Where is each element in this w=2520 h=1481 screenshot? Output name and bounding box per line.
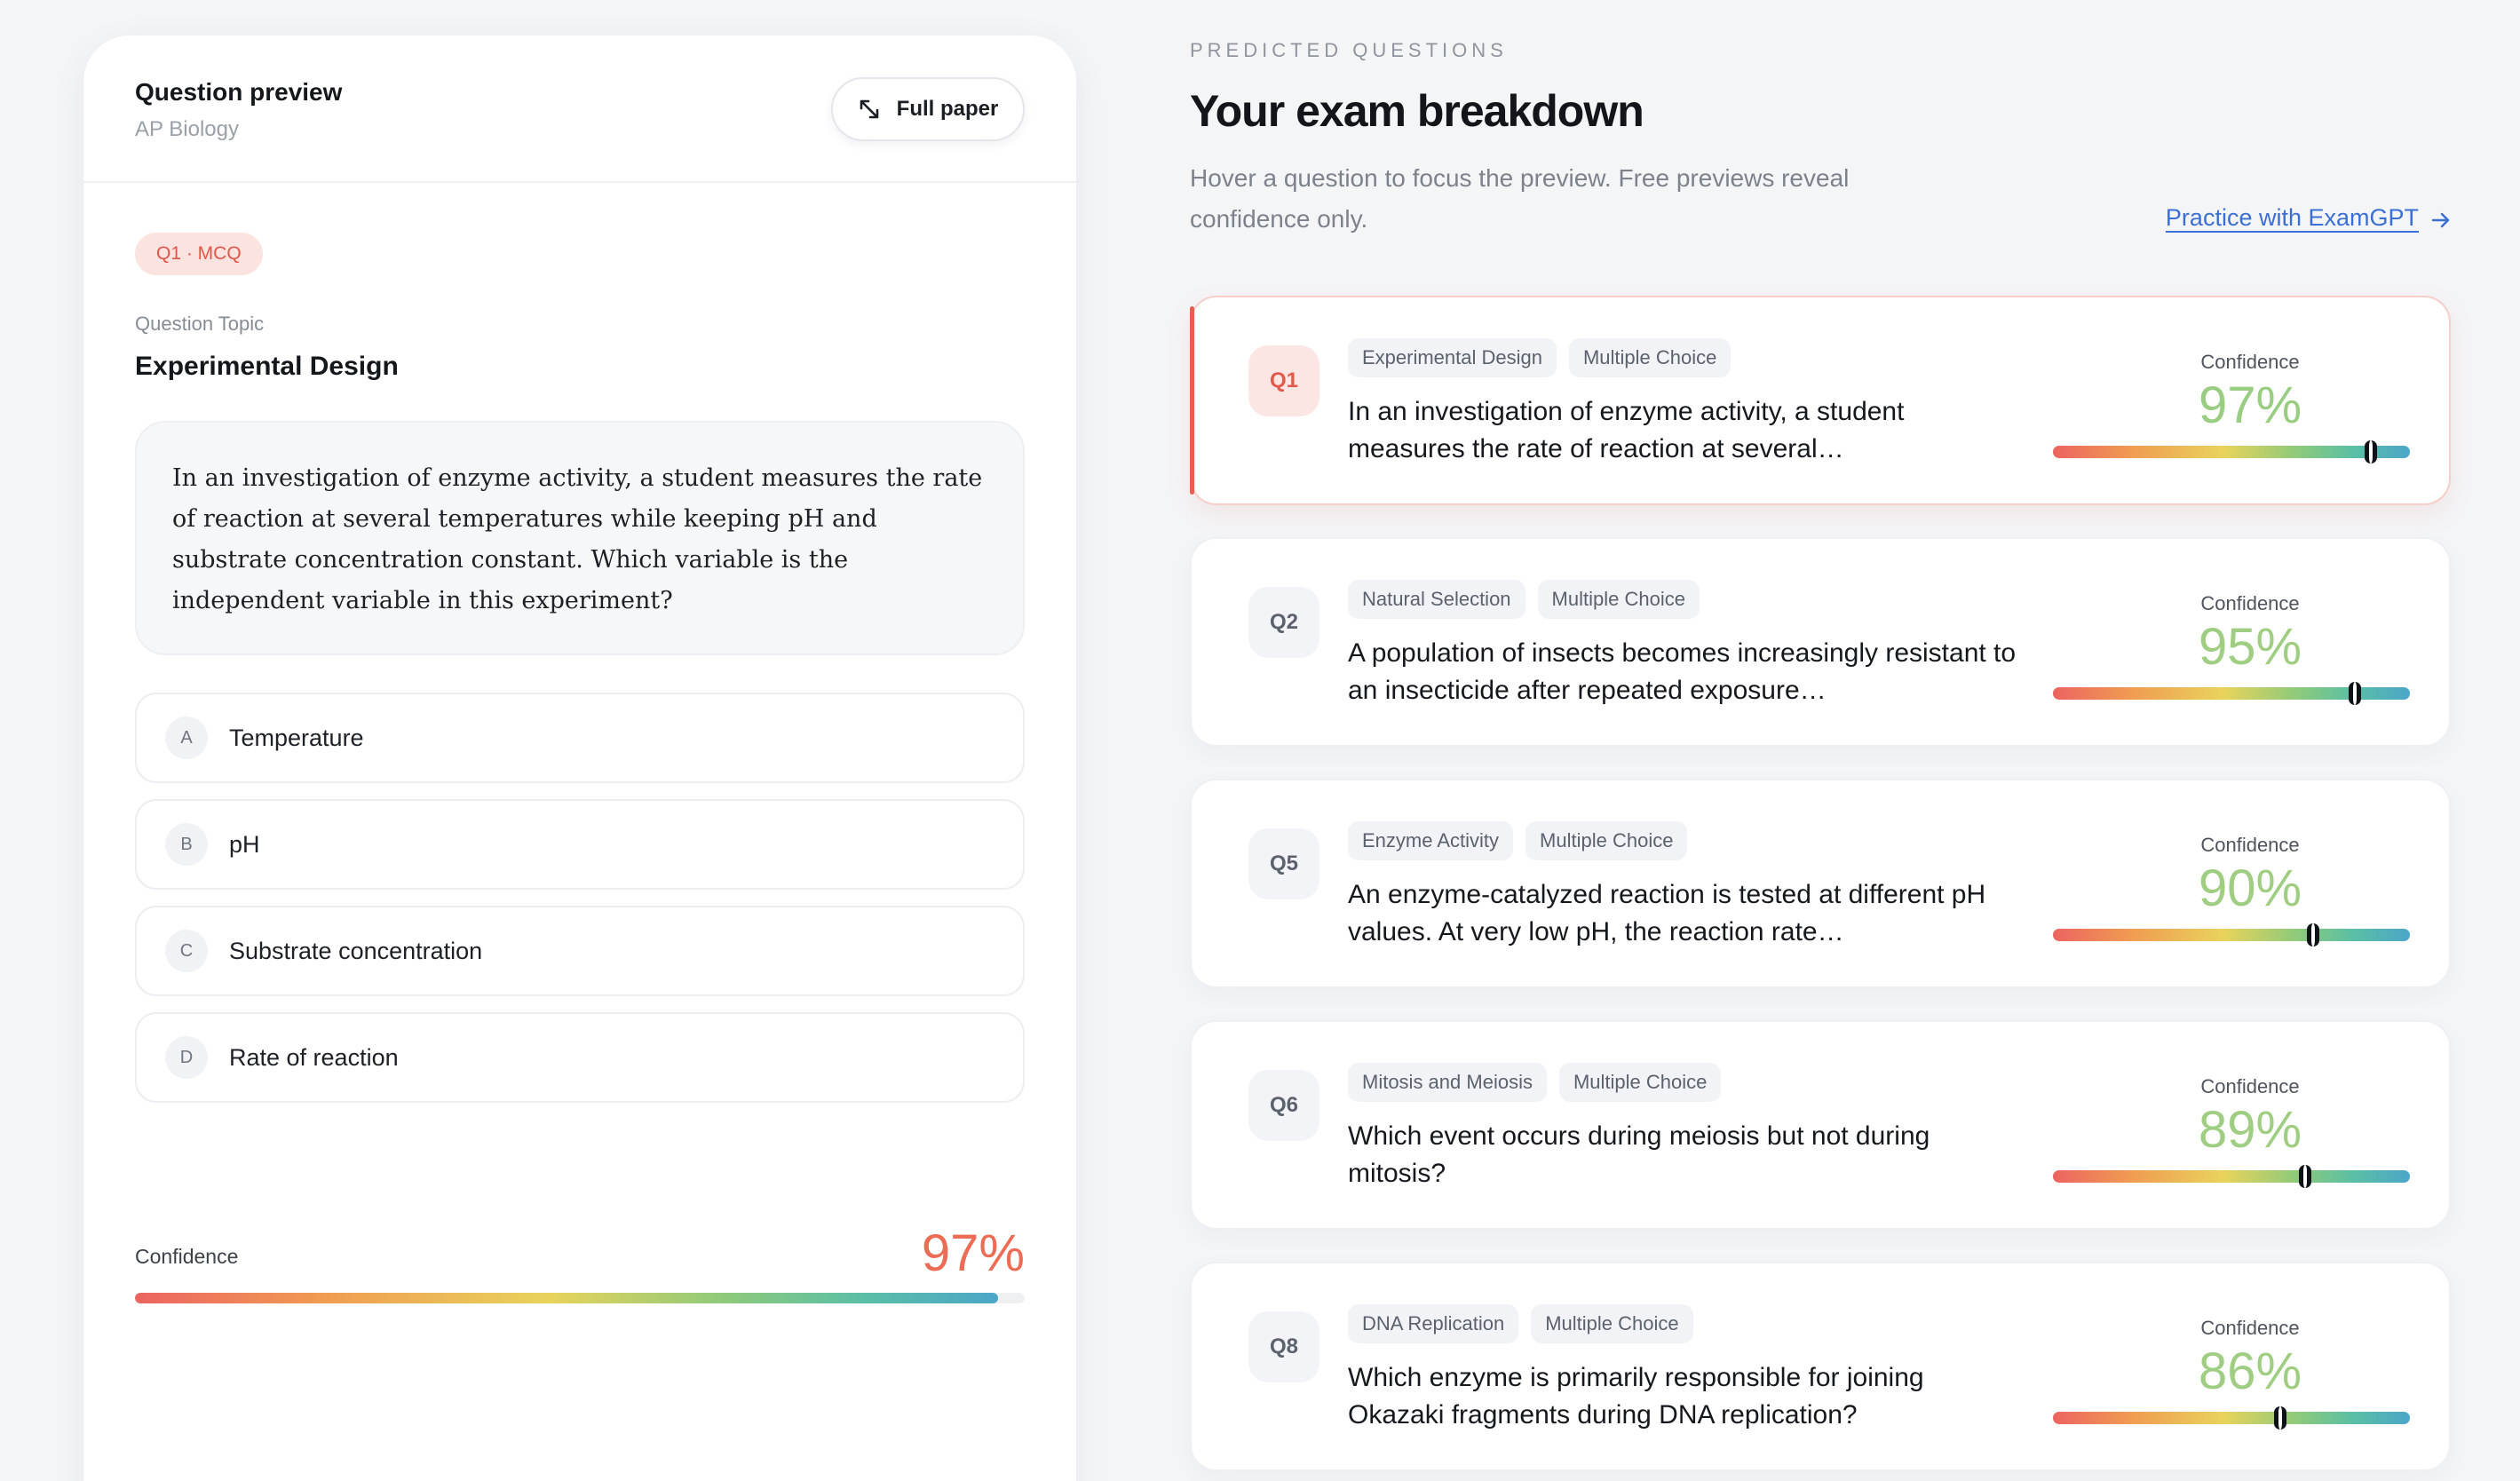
question-snippet: In an investigation of enzyme activity, … — [1348, 397, 1905, 463]
confidence-bar — [2053, 440, 2410, 463]
confidence-bar — [2053, 1165, 2410, 1188]
option-text: Rate of reaction — [229, 1043, 399, 1071]
preview-subject: AP Biology — [135, 117, 239, 141]
option-letter: B — [165, 823, 208, 866]
confidence-bar — [135, 1293, 1025, 1303]
confidence-label: Confidence — [2200, 1317, 2300, 1339]
full-paper-button[interactable]: Full paper — [831, 77, 1025, 141]
preview-header: Question preview AP Biology Full paper — [83, 36, 1076, 183]
option-text: Substrate concentration — [229, 937, 483, 964]
confidence-value: 95% — [2198, 618, 2302, 676]
question-snippet: An enzyme-catalyzed reaction is tested a… — [1348, 880, 1986, 946]
question-card-q2[interactable]: Q2 Natural Selection Multiple Choice A po… — [1190, 537, 2451, 747]
question-tags: Experimental Design Multiple Choice — [1348, 338, 1732, 377]
confidence-value: 86% — [2198, 1342, 2302, 1400]
answer-options: A Temperature B pH C Substrate concentra… — [135, 693, 1025, 1119]
option-letter: D — [165, 1036, 208, 1079]
question-number: Q1 — [1248, 345, 1319, 416]
preview-title: Question preview — [135, 78, 343, 106]
option-letter: C — [165, 930, 208, 972]
confidence-value: 89% — [2198, 1101, 2302, 1159]
question-text: In an investigation of enzyme activity, … — [135, 421, 1025, 655]
arrow-right-icon — [2431, 209, 2451, 228]
question-tags: DNA Replication Multiple Choice — [1348, 1304, 1693, 1343]
confidence-label: Confidence — [135, 1245, 239, 1268]
type-tag: Multiple Choice — [1568, 338, 1732, 377]
type-tag: Multiple Choice — [1537, 580, 1700, 619]
confidence-bar — [2053, 923, 2410, 946]
intro-text: Hover a question to focus the preview. F… — [1190, 164, 1850, 233]
question-badge: Q1 · MCQ — [135, 233, 263, 275]
topic-value: Experimental Design — [135, 352, 399, 381]
practice-link-label: Practice with ExamGPT — [2165, 204, 2419, 231]
confidence-marker — [2274, 1406, 2287, 1430]
topic-tag: DNA Replication — [1348, 1304, 1519, 1343]
question-number: Q8 — [1248, 1311, 1319, 1382]
option-letter: A — [165, 717, 208, 759]
type-tag: Multiple Choice — [1531, 1304, 1693, 1343]
confidence-value: 97% — [921, 1224, 1025, 1282]
section-eyebrow: PREDICTED QUESTIONS — [1190, 39, 1508, 61]
topic-label: Question Topic — [135, 313, 265, 335]
question-tags: Enzyme Activity Multiple Choice — [1348, 821, 1688, 860]
question-card-q6[interactable]: Q6 Mitosis and Meiosis Multiple Choice Wh… — [1190, 1020, 2451, 1230]
confidence-label: Confidence — [2200, 592, 2300, 614]
page-title: Your exam breakdown — [1190, 86, 1644, 136]
expand-icon — [858, 98, 881, 121]
confidence-value: 97% — [2198, 376, 2302, 434]
confidence-label: Confidence — [2200, 1075, 2300, 1097]
confidence-marker — [2365, 440, 2378, 463]
topic-tag: Mitosis and Meiosis — [1348, 1063, 1547, 1102]
option-d[interactable]: D Rate of reaction — [135, 1012, 1025, 1103]
option-text: pH — [229, 830, 260, 858]
type-tag: Multiple Choice — [1558, 1063, 1722, 1102]
option-a[interactable]: A Temperature — [135, 693, 1025, 783]
question-card-q8[interactable]: Q8 DNA Replication Multiple Choice Which … — [1190, 1262, 2451, 1471]
topic-tag: Natural Selection — [1348, 580, 1525, 619]
question-snippet: Which enzyme is primarily responsible fo… — [1348, 1363, 1924, 1430]
confidence-label: Confidence — [2200, 351, 2300, 373]
option-c[interactable]: C Substrate concentration — [135, 906, 1025, 996]
topic-tag: Enzyme Activity — [1348, 821, 1514, 860]
option-text: Temperature — [229, 724, 364, 751]
confidence-bar — [2053, 682, 2410, 705]
confidence-bar — [2053, 1406, 2410, 1430]
question-preview-panel: Question preview AP Biology Full paper Q… — [83, 36, 1076, 1481]
confidence-bar-fill — [135, 1293, 998, 1303]
question-snippet: Which event occurs during meiosis but no… — [1348, 1121, 1930, 1188]
confidence-label: Confidence — [2200, 834, 2300, 856]
question-card-q1[interactable]: Q1 Experimental Design Multiple Choice In… — [1190, 296, 2451, 505]
topic-tag: Experimental Design — [1348, 338, 1557, 377]
question-number: Q2 — [1248, 587, 1319, 658]
question-snippet: A population of insects becomes increasi… — [1348, 638, 2017, 705]
full-paper-label: Full paper — [896, 97, 999, 121]
option-b[interactable]: B pH — [135, 799, 1025, 890]
question-number: Q6 — [1248, 1070, 1319, 1141]
question-tags: Natural Selection Multiple Choice — [1348, 580, 1700, 619]
confidence-marker — [2348, 682, 2361, 705]
question-number: Q5 — [1248, 828, 1319, 899]
confidence-marker — [2307, 923, 2320, 946]
confidence-marker — [2299, 1165, 2312, 1188]
practice-link[interactable]: Practice with ExamGPT — [2166, 204, 2451, 232]
question-card-q5[interactable]: Q5 Enzyme Activity Multiple Choice An enz… — [1190, 779, 2451, 988]
question-tags: Mitosis and Meiosis Multiple Choice — [1348, 1063, 1722, 1102]
confidence-value: 90% — [2198, 859, 2302, 917]
type-tag: Multiple Choice — [1525, 821, 1688, 860]
